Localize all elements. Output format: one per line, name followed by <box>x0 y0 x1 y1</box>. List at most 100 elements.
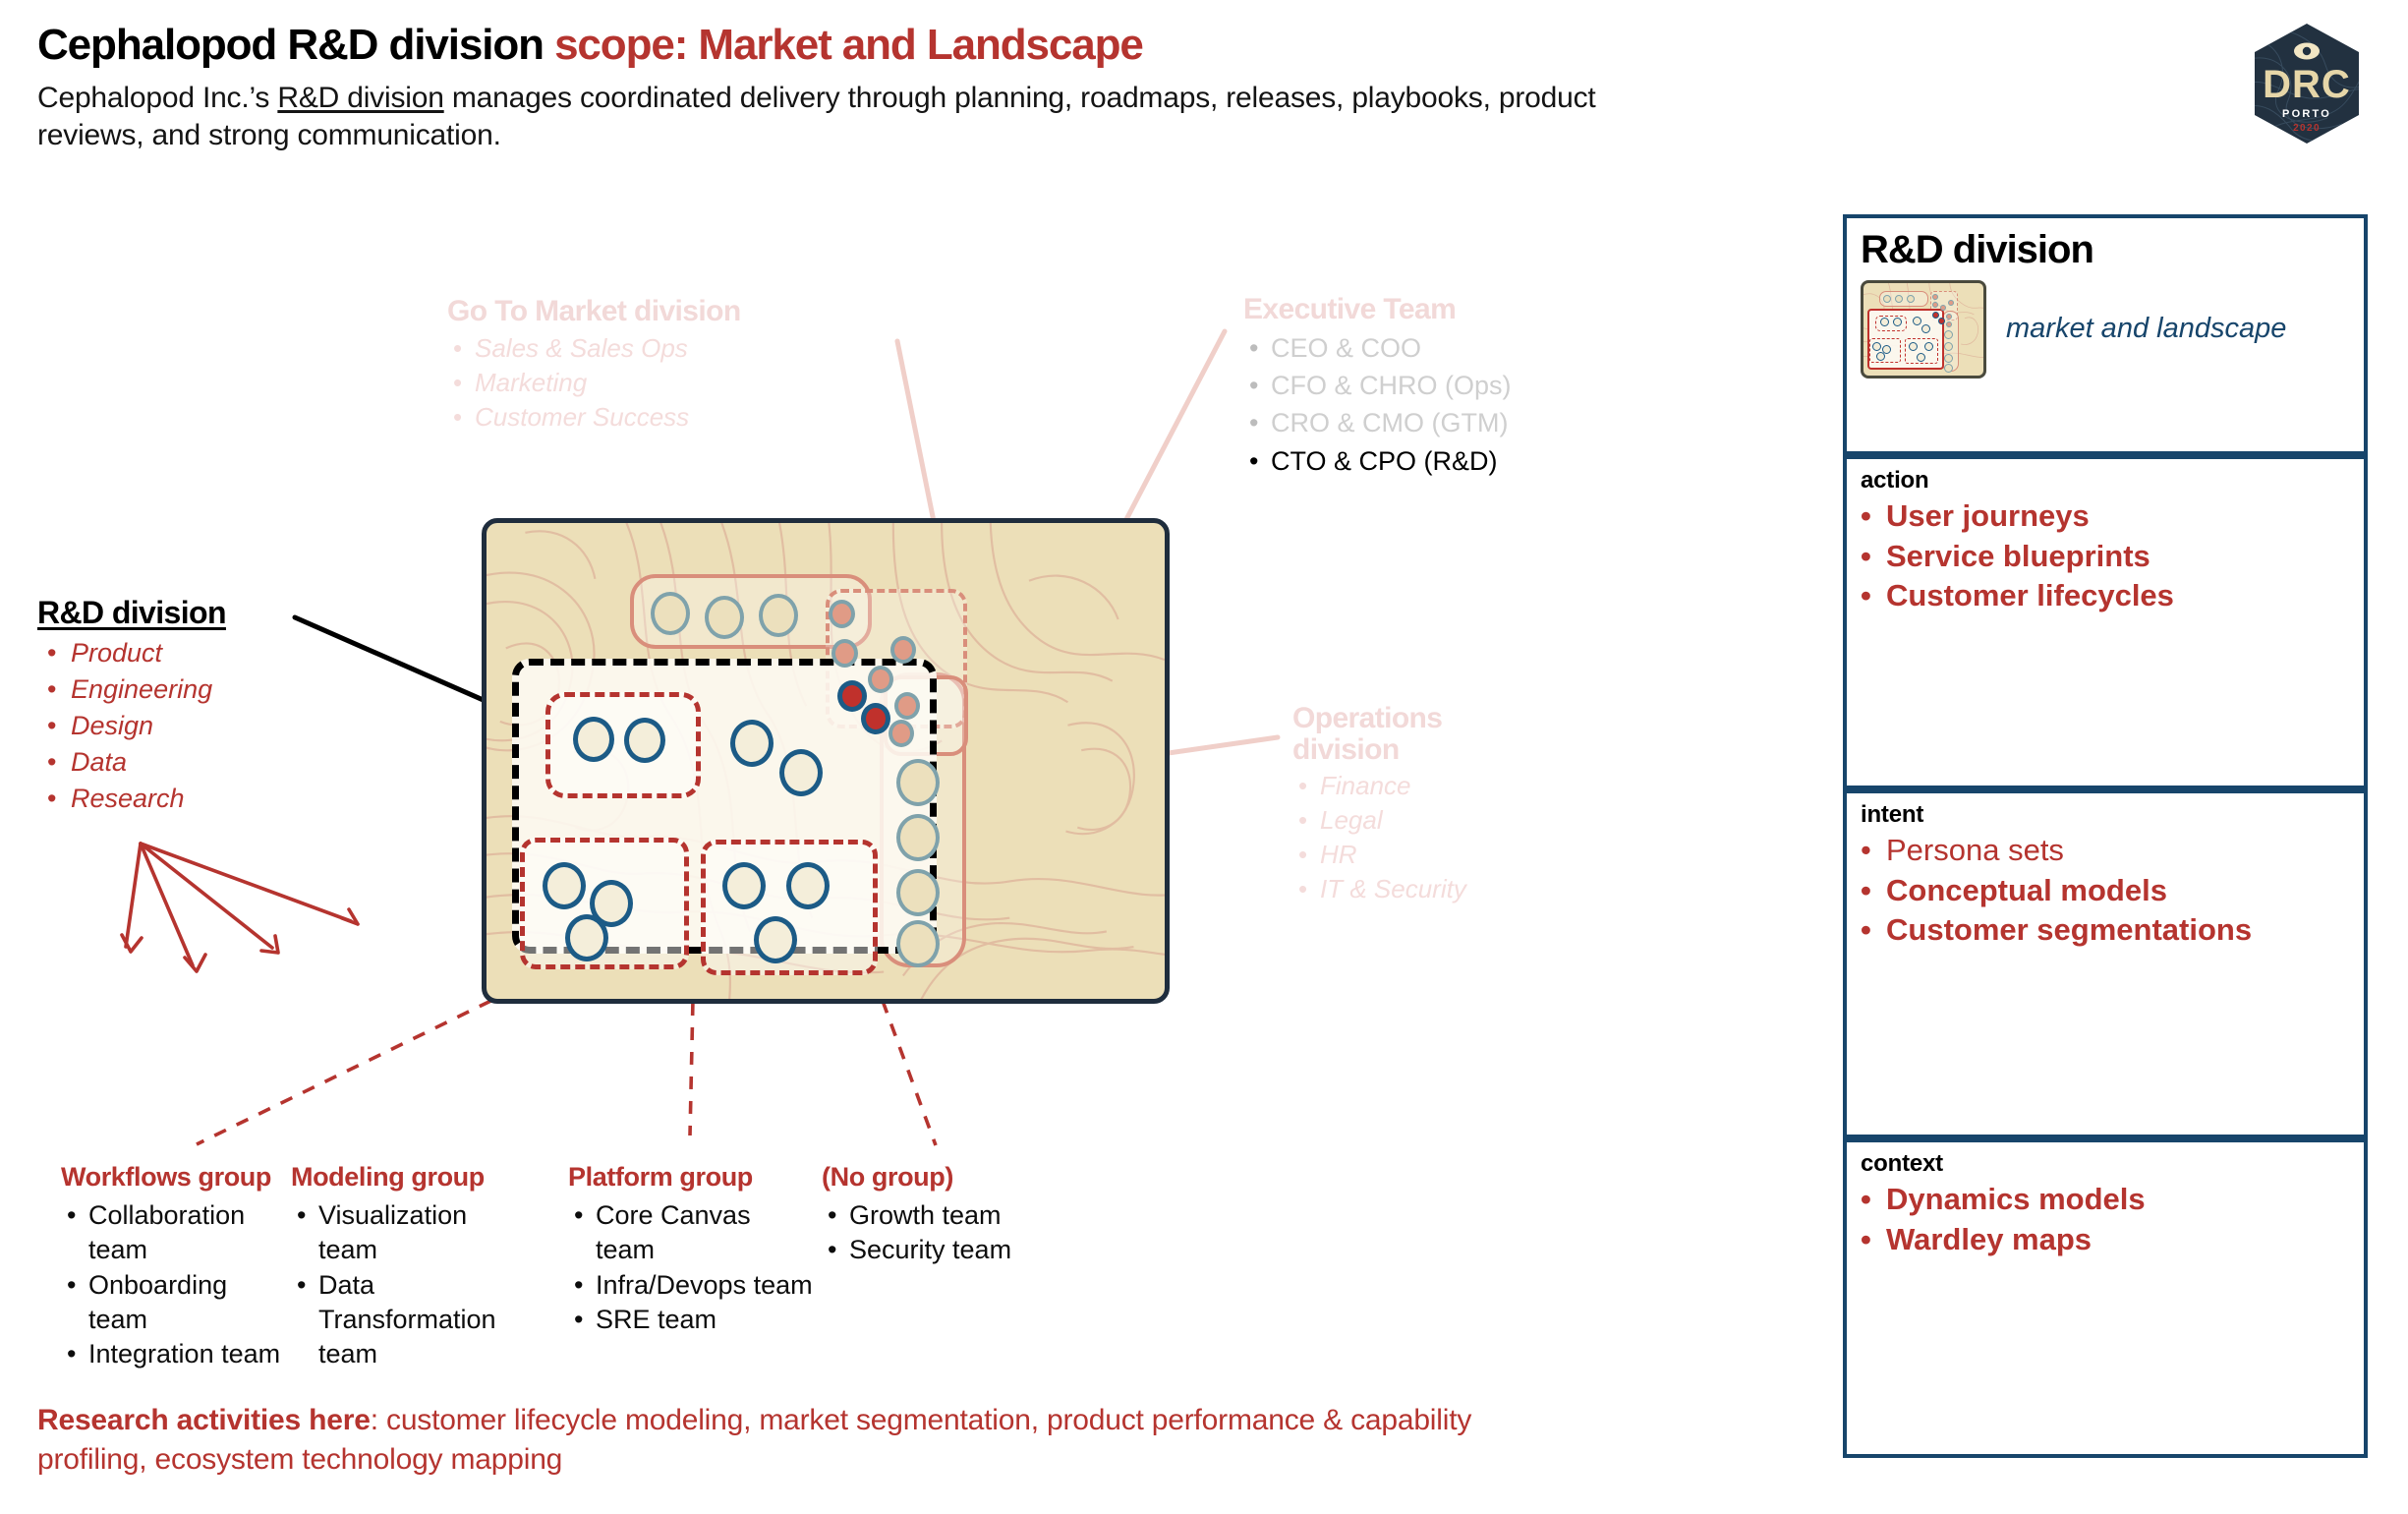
section-heading: intent <box>1861 801 1924 828</box>
thumb-node <box>1872 342 1881 351</box>
label-go-to-market: Go To Market division Sales & Sales Ops … <box>447 295 741 435</box>
label-list: Sales & Sales Ops Marketing Customer Suc… <box>447 331 741 435</box>
label-list: Finance Legal HR IT & Security <box>1292 769 1548 906</box>
thumb-node-red <box>1932 312 1939 319</box>
list-item: Legal <box>1292 803 1548 838</box>
map-node-blue[interactable] <box>543 862 586 909</box>
panel-title: R&D division <box>1861 228 2094 271</box>
group-list: Visualization team Data Transformation t… <box>291 1198 527 1372</box>
map-node-blue[interactable] <box>565 914 608 961</box>
list-item: Data Transformation team <box>291 1268 527 1372</box>
map-node-teal[interactable] <box>705 596 744 639</box>
list-item: SRE team <box>568 1303 814 1338</box>
logo-hexagon-icon: DRC PORTO 2020 <box>2255 24 2359 144</box>
thumb-node <box>1880 318 1889 326</box>
list-item: Visualization team <box>291 1198 527 1268</box>
map-node-blue[interactable] <box>754 916 797 963</box>
label-executive-team: Executive Team CEO & COO CFO & CHRO (Ops… <box>1243 293 1512 480</box>
connector-platform <box>881 1000 938 1146</box>
thumb-node <box>1948 300 1954 306</box>
list-item: Product <box>37 635 226 671</box>
thumb-node <box>1932 294 1938 300</box>
list-item: CRO & CMO (GTM) <box>1243 404 1512 442</box>
page-title-primary: Cephalopod R&D division <box>37 21 545 69</box>
map-thumbnail[interactable] <box>1861 280 1986 378</box>
header: Cephalopod R&D division scope: Market an… <box>37 22 1659 154</box>
connector-red-arrows <box>120 842 360 973</box>
map-node-blue[interactable] <box>624 718 665 763</box>
svg-text:DRC: DRC <box>2263 63 2351 106</box>
svg-text:PORTO: PORTO <box>2282 108 2331 120</box>
map-node-blue[interactable] <box>786 862 830 909</box>
thumb-node <box>1907 295 1915 303</box>
rnd-scope-panel: R&D division market and landscape action… <box>1843 214 2368 1458</box>
page-subtitle: Cephalopod Inc.’s R&D division manages c… <box>37 80 1659 154</box>
label-title: Executive Team <box>1243 293 1457 325</box>
map-node-teal[interactable] <box>759 594 798 637</box>
subtitle-link[interactable]: R&D division <box>277 82 444 114</box>
thumb-node <box>1932 302 1938 308</box>
thumb-node <box>1924 342 1933 351</box>
label-list: CEO & COO CFO & CHRO (Ops) CRO & CMO (GT… <box>1243 329 1512 481</box>
list-item: Conceptual models <box>1861 873 2364 909</box>
map-node-teal[interactable] <box>896 920 940 967</box>
map-zone-modeling-group[interactable] <box>545 692 701 798</box>
list-item: Core Canvas team <box>568 1198 814 1268</box>
group-list: Collaboration team Onboarding team Integ… <box>61 1198 287 1372</box>
map-node-teal[interactable] <box>896 814 940 861</box>
map-node-teal[interactable] <box>896 869 940 916</box>
map-node-salmon[interactable] <box>829 600 855 628</box>
section-list: User journeys Service blueprints Custome… <box>1861 498 2364 614</box>
thumb-node <box>1895 295 1903 303</box>
list-item: Research <box>37 781 226 817</box>
label-list: Product Engineering Design Data Research <box>37 635 226 817</box>
thumb-node <box>1893 318 1902 326</box>
org-landscape-map[interactable] <box>482 518 1170 1004</box>
thumb-node <box>1946 321 1952 327</box>
group-workflows: Workflows group Collaboration team Onboa… <box>61 1162 287 1372</box>
footer-bold: Research activities here <box>37 1404 371 1436</box>
map-node-salmon[interactable] <box>889 720 914 747</box>
map-node-red[interactable] <box>861 703 890 734</box>
map-node-blue[interactable] <box>779 749 823 796</box>
map-node-salmon[interactable] <box>831 639 858 668</box>
group-title: Workflows group <box>61 1162 271 1192</box>
thumb-node <box>1946 314 1952 320</box>
map-node-blue[interactable] <box>722 862 766 909</box>
map-frame <box>482 518 1170 1004</box>
list-item: Onboarding team <box>61 1268 287 1338</box>
panel-section-action: action User journeys Service blueprints … <box>1843 455 2368 789</box>
map-node-salmon[interactable] <box>890 636 916 664</box>
section-list: Dynamics models Wardley maps <box>1861 1182 2364 1257</box>
list-item: Design <box>37 708 226 744</box>
label-operations-division: Operations division Finance Legal HR IT … <box>1292 703 1548 906</box>
group-title: Platform group <box>568 1162 753 1192</box>
group-modeling: Modeling group Visualization team Data T… <box>291 1162 527 1372</box>
poster-canvas: Cephalopod R&D division scope: Market an… <box>0 0 2408 1514</box>
section-heading: action <box>1861 467 1929 494</box>
label-title: Go To Market division <box>447 295 741 327</box>
list-item: HR <box>1292 838 1548 872</box>
panel-header-card: R&D division market and landscape <box>1843 214 2368 455</box>
thumb-node-red <box>1938 318 1945 324</box>
thumb-node <box>1883 295 1891 303</box>
group-title: Modeling group <box>291 1162 485 1192</box>
list-item: IT & Security <box>1292 872 1548 906</box>
panel-section-context: context Dynamics models Wardley maps <box>1843 1138 2368 1458</box>
map-node-teal[interactable] <box>651 592 690 635</box>
map-node-red[interactable] <box>837 680 867 712</box>
list-item: Customer Success <box>447 400 741 435</box>
map-node-teal[interactable] <box>896 759 940 806</box>
list-item: Data <box>37 744 226 781</box>
list-item: Persona sets <box>1861 833 2364 869</box>
panel-thumb-row: market and landscape <box>1861 280 2364 378</box>
list-item: Collaboration team <box>61 1198 287 1268</box>
map-node-salmon[interactable] <box>894 692 920 720</box>
map-node-salmon[interactable] <box>868 666 893 693</box>
map-node-blue[interactable] <box>730 720 774 767</box>
subtitle-pre: Cephalopod Inc.’s <box>37 81 278 114</box>
thumb-node <box>1944 342 1953 351</box>
section-heading: context <box>1861 1150 1943 1177</box>
page-title-secondary: scope: Market and Landscape <box>554 21 1144 69</box>
map-node-blue[interactable] <box>573 717 614 762</box>
